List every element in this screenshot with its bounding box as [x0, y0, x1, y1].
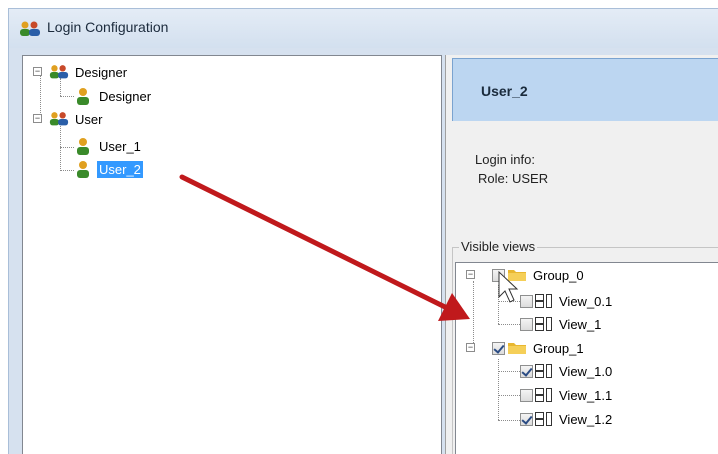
- tree-label: User_1: [99, 138, 141, 154]
- collapse-icon[interactable]: −: [33, 114, 42, 123]
- view-item-0-1[interactable]: View_0.1: [520, 291, 614, 311]
- view-icon: [535, 364, 553, 378]
- view-label: View_0.1: [559, 293, 613, 309]
- view-1-2-checkbox[interactable]: [520, 412, 533, 426]
- folder-icon: [508, 343, 526, 354]
- users-icon: [49, 65, 69, 79]
- users-icon: [49, 112, 69, 126]
- view-item-1[interactable]: View_1: [520, 314, 603, 334]
- collapse-icon[interactable]: −: [33, 67, 42, 76]
- tree-group-user[interactable]: − User: [33, 109, 104, 129]
- login-info: Login info: Role: USER: [475, 150, 548, 188]
- tree-group-designer[interactable]: − Designer: [33, 62, 129, 82]
- view-1-0-checkbox[interactable]: [520, 364, 533, 378]
- role-label: Role: USER: [478, 171, 549, 186]
- view-icon: [535, 294, 553, 308]
- tree-label-selected: User_2: [97, 160, 143, 178]
- view-label: View_1.1: [559, 387, 613, 403]
- view-label: View_1.0: [559, 363, 613, 379]
- visible-views-tree[interactable]: − Group_0 View_0.1 View_1 − Group_1 View…: [455, 262, 718, 454]
- user-header: User_2: [452, 58, 718, 121]
- collapse-icon[interactable]: −: [466, 270, 475, 279]
- view-0-1-checkbox[interactable]: [520, 294, 533, 308]
- users-icon: [20, 21, 40, 36]
- users-tree[interactable]: − Designer Designer − User User_1 User_2: [22, 55, 442, 454]
- visible-views-legend: Visible views: [459, 239, 538, 254]
- user-icon: [77, 138, 89, 155]
- title-bar: Login Configuration: [8, 8, 718, 48]
- collapse-icon[interactable]: −: [466, 343, 475, 352]
- user-icon: [77, 88, 89, 105]
- group-1-checkbox[interactable]: [492, 341, 505, 355]
- folder-icon: [508, 270, 526, 281]
- view-1-checkbox[interactable]: [520, 317, 533, 331]
- view-group-1[interactable]: − Group_1: [466, 338, 586, 358]
- tree-label: Designer: [99, 88, 152, 104]
- tree-label: User: [75, 111, 103, 127]
- user-icon: [77, 161, 89, 178]
- view-icon: [535, 317, 553, 331]
- view-group-0[interactable]: − Group_0: [466, 265, 586, 285]
- view-item-1-2[interactable]: View_1.2: [520, 409, 614, 429]
- tree-item-user-2[interactable]: User_2: [75, 159, 143, 179]
- view-item-1-1[interactable]: View_1.1: [520, 385, 614, 405]
- tree-label: Designer: [75, 64, 128, 80]
- user-header-name: User_2: [481, 83, 528, 99]
- group-0-checkbox[interactable]: [492, 268, 505, 282]
- view-group-label: Group_1: [533, 340, 584, 356]
- view-1-1-checkbox[interactable]: [520, 388, 533, 402]
- tree-item-user-1[interactable]: User_1: [75, 136, 143, 156]
- view-icon: [535, 388, 553, 402]
- view-label: View_1.2: [559, 411, 613, 427]
- login-info-label: Login info:: [475, 152, 535, 167]
- window-title: Login Configuration: [47, 19, 169, 35]
- view-label: View_1: [559, 316, 602, 332]
- view-item-1-0[interactable]: View_1.0: [520, 361, 614, 381]
- view-icon: [535, 412, 553, 426]
- tree-item-designer[interactable]: Designer: [75, 86, 153, 106]
- view-group-label: Group_0: [533, 267, 584, 283]
